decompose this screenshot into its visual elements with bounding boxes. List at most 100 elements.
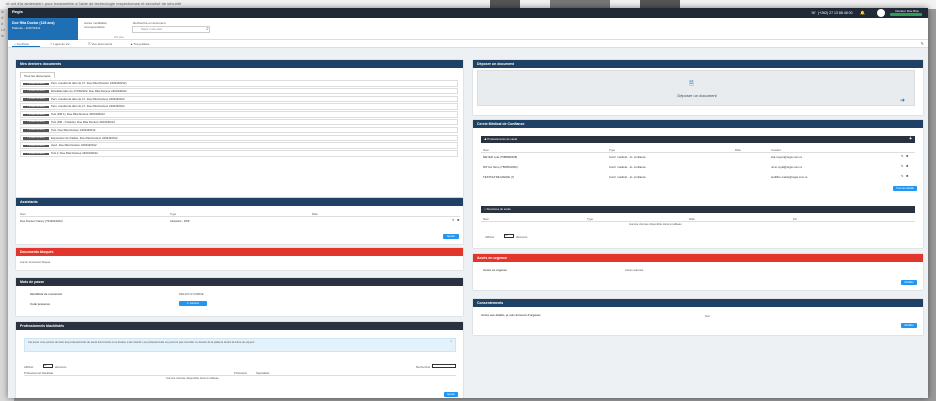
doc-title: Test (DM 1). Doe Rita Docteur 2403440012 — [51, 112, 105, 117]
entries-label: éléments — [55, 365, 67, 369]
page-size-select[interactable]: 10 — [43, 364, 53, 368]
doc-badge: 1 ESSENTIEL ADM — [23, 152, 49, 156]
assistant-name: Doe Docteur Nancy (7543644322) — [20, 219, 63, 223]
pro-name: TESTFILTRE MAIRIE (7) — [483, 175, 515, 179]
doc-badge: 1 ESSENTIEL ADM — [23, 82, 49, 86]
search-label: Rechercher : — [416, 365, 433, 369]
see-more-link[interactable]: Voir plus — [114, 36, 124, 39]
assistant-type: Assistant - DSP — [170, 219, 190, 223]
plus-icon[interactable]: + — [909, 136, 912, 143]
login-id-label: Identifiant de connexion — [30, 292, 63, 296]
tab-vue-documents[interactable]: ☰ Vue documents — [86, 41, 124, 47]
card-title: Mots de passe — [16, 278, 463, 286]
list-item[interactable]: 1 ESSENTIEL ADM Résultats labo du 17/09/2… — [20, 87, 458, 95]
delete-icon[interactable]: ✖ — [906, 164, 909, 168]
patient-card[interactable]: Doe Rita Doctor (126 ans) Patiente - 11/… — [8, 18, 78, 40]
background-text: nt ont d'la aintensien: pour transmettre… — [6, 1, 182, 6]
doc-badge: 1 ESSENTIEL ADM — [23, 105, 49, 109]
bell-icon[interactable]: 🔔 — [860, 10, 865, 15]
doc-title: Expression de théâtre. Doe Rita Docteur … — [51, 135, 118, 140]
select-value: 10 — [44, 365, 47, 367]
modify-emergency-button[interactable]: Modifier — [901, 280, 917, 285]
all-details-button[interactable]: Tous les détails — [893, 186, 917, 191]
tab-ligne-de-vie[interactable]: ↗ Ligne de vie — [48, 41, 82, 47]
edit-icon[interactable]: ✎ — [901, 174, 904, 178]
list-item[interactable]: 1 ESSENTIEL ADM Avez. Doe Rita Docteur 24… — [20, 142, 458, 149]
delete-icon[interactable]: ✖ — [457, 218, 460, 222]
avatar[interactable] — [877, 9, 885, 17]
doc-title: Pers. résultat de labo du 17. Doe Rita D… — [51, 104, 125, 109]
edit-icon[interactable]: ✎ — [921, 41, 924, 46]
emergency-value: Accès autorisé — [625, 268, 644, 272]
card-title: Documents bloqués — [16, 248, 463, 256]
tab-label: Vue documents — [91, 42, 113, 46]
search-label: Recherche un document — [133, 21, 166, 25]
search-icon[interactable]: ⌕ — [206, 26, 209, 32]
entries-label: éléments — [516, 235, 528, 239]
status-badge — [890, 13, 922, 16]
emergency-access-card: Accès en urgence Accès en urgence Accès … — [473, 254, 923, 290]
upload-dropzone[interactable]: 🗎 Déposer un document ➜ — [477, 70, 915, 106]
list-item[interactable]: 1 ESSENTIEL ADM Test 2. Doe Rita Docteur … — [20, 150, 458, 157]
pro-type: Contr. médical - Jo. confiance — [609, 165, 646, 169]
add-blacklist-button[interactable]: Ajouter — [444, 392, 458, 397]
patient-name: Doe Rita Doctor (126 ans) — [12, 21, 55, 25]
info-note: Cet écran vous permet de lister des prof… — [24, 338, 456, 352]
support-phone: (+262) 27 13 88 48 00 — [818, 11, 853, 15]
list-item[interactable]: 1 ESSENTIEL ADM Test (DM 1). Doe Rita Doc… — [20, 111, 458, 118]
edit-icon[interactable]: ✎ — [901, 154, 904, 158]
card-title: Mes derniers documents — [16, 60, 463, 68]
headset-icon: ☏ — [811, 10, 817, 15]
list-item[interactable]: 1 ESSENTIEL ADM Test. Doe Rita Docteur 24… — [20, 126, 458, 134]
search-input[interactable]: Saisir mots-clés — [132, 26, 210, 33]
doc-title: Test. Doe Rita Docteur 2403440012 — [51, 127, 96, 132]
button-label: Générer — [189, 302, 200, 305]
doc-badge: 1 ESSENTIEL ADM — [23, 144, 49, 148]
pro-contact: testfiltre.mairie@regis.com.re — [771, 175, 808, 179]
delete-icon[interactable]: ✖ — [906, 154, 909, 158]
background-image — [490, 0, 520, 8]
pro-type: Contr. médical - Jo. confiance — [609, 155, 646, 159]
page-size-select[interactable]: 10 — [504, 234, 514, 238]
tab-synthese[interactable]: ⌂ Synthèse — [12, 41, 40, 47]
top-bar: Regis ☏ (+262) 27 13 88 48 00 🔔 Docteur … — [8, 8, 928, 18]
passwords-card: Mots de passe Identifiant de connexion D… — [16, 278, 463, 316]
list-item[interactable]: 1 ESSENTIEL ADM Expression de théâtre. Do… — [20, 134, 458, 142]
app-logo[interactable]: Regis — [12, 9, 23, 14]
doc-badge: 1 ESSENTIEL ADM — [23, 129, 49, 132]
doc-title: Pers. résultat de labo du 17. Doe Rita D… — [51, 96, 125, 101]
list-item[interactable]: 1 ESSENTIEL ADM Pers. résultat de labo du… — [20, 80, 458, 87]
tab-all-documents[interactable]: Tous les documents — [20, 72, 55, 78]
login-id-value: DR120713 CABINE — [179, 292, 204, 296]
tab-top[interactable]: ▲ Top jeHélve — [128, 41, 164, 47]
table-search-input[interactable] — [432, 364, 456, 368]
patient-header: Doe Rita Doctor (126 ans) Patiente - 11/… — [8, 18, 928, 40]
edit-icon[interactable]: ✎ — [452, 218, 455, 222]
card-title: Assistants — [16, 198, 463, 206]
divider — [24, 375, 456, 376]
modify-consent-button[interactable]: Modifier — [901, 323, 917, 328]
emergency-label: Accès en urgence — [483, 268, 507, 272]
consent-value: Non — [705, 314, 711, 318]
list-item[interactable]: 1 ESSENTIEL ADM Pers. résultat de labo du… — [20, 103, 458, 110]
presence-code-label: Code présence — [30, 302, 51, 306]
subheader-label: Structures de santé — [486, 207, 511, 211]
arrow-right-icon[interactable]: ➜ — [900, 97, 905, 104]
delete-icon[interactable]: ✖ — [906, 174, 909, 178]
close-icon[interactable]: × — [450, 340, 452, 343]
add-assistant-button[interactable]: Ajouter — [443, 234, 459, 239]
card-title: Déposer un document — [473, 60, 923, 68]
blocked-documents-card: Documents bloqués Aucun document bloqué — [16, 248, 463, 270]
upload-icon: 🗎 — [689, 81, 694, 87]
pro-type: Contr. médical - Jo. confiance — [609, 175, 646, 179]
divider — [20, 216, 460, 217]
show-label: Afficher — [24, 365, 34, 369]
edit-icon[interactable]: ✎ — [901, 164, 904, 168]
select-value: 10 — [505, 235, 508, 237]
background-image — [640, 0, 680, 8]
list-item[interactable]: 1 ESSENTIEL ADM Pers. résultat de labo du… — [20, 95, 458, 103]
list-item[interactable]: 1 ESSENTIEL ADM Test (DM - Chassis). Doe … — [20, 118, 458, 126]
consents-card: Consentements Accès aux détails, je suis… — [473, 299, 923, 335]
tab-label: Ligne de vie — [53, 42, 70, 46]
generate-button[interactable]: ⟳ Générer — [179, 301, 207, 306]
